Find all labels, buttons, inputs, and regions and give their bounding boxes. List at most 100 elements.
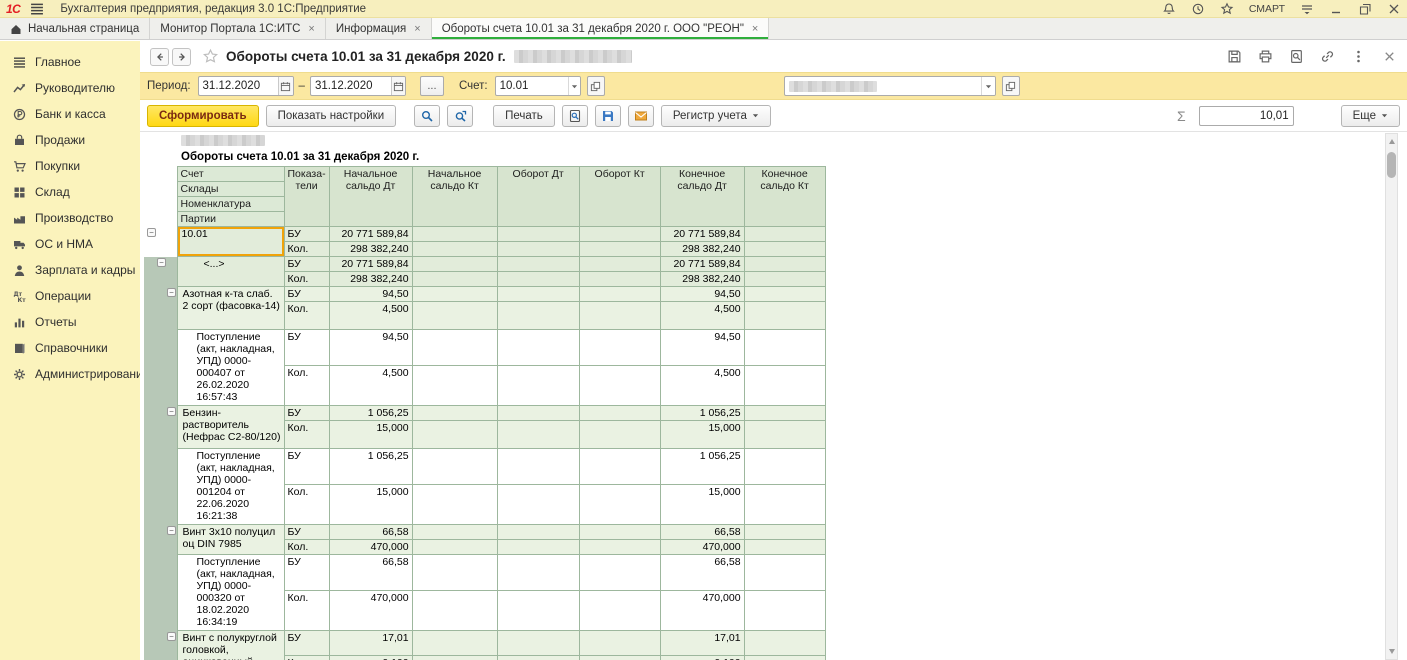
value-cell[interactable]: 66,58: [660, 525, 744, 540]
tab-0[interactable]: Начальная страница: [0, 18, 150, 39]
favorite-star-icon[interactable]: [202, 48, 219, 65]
value-cell[interactable]: [497, 540, 579, 555]
value-cell[interactable]: 1 056,25: [660, 406, 744, 421]
tree-expander[interactable]: −: [167, 288, 176, 297]
kebab-icon[interactable]: [1351, 49, 1366, 64]
save-result-button[interactable]: [595, 105, 621, 127]
sidebar-item-2[interactable]: Банк и касса: [0, 101, 140, 127]
value-cell[interactable]: 298 382,240: [329, 242, 412, 257]
value-cell[interactable]: 94,50: [329, 330, 412, 366]
value-cell[interactable]: [744, 302, 825, 330]
value-cell[interactable]: [412, 525, 497, 540]
header-dim-cell[interactable]: Партии: [177, 212, 284, 227]
history-icon[interactable]: [1191, 2, 1205, 16]
send-email-button[interactable]: [628, 105, 654, 127]
generate-button[interactable]: Сформировать: [147, 105, 259, 127]
value-cell[interactable]: 15,000: [329, 485, 412, 525]
value-cell[interactable]: [497, 227, 579, 242]
sidebar-item-11[interactable]: Справочники: [0, 335, 140, 361]
value-cell[interactable]: 4,500: [329, 302, 412, 330]
value-cell[interactable]: [744, 406, 825, 421]
chevron-down-icon[interactable]: [568, 77, 580, 95]
scrollbar-thumb[interactable]: [1387, 152, 1396, 178]
tab-close-icon[interactable]: ×: [308, 23, 314, 35]
value-cell[interactable]: [497, 591, 579, 631]
value-cell[interactable]: [412, 485, 497, 525]
value-cell[interactable]: 66,58: [660, 555, 744, 591]
show-settings-button[interactable]: Показать настройки: [266, 105, 397, 127]
value-cell[interactable]: [497, 242, 579, 257]
group-label-cell[interactable]: 10.01: [177, 227, 284, 257]
period-options-button[interactable]: ...: [420, 76, 444, 96]
preview-icon[interactable]: [1289, 49, 1304, 64]
header-column-cell[interactable]: Оборот Кт: [579, 167, 660, 227]
more-button[interactable]: Еще: [1341, 105, 1400, 127]
value-cell[interactable]: [579, 656, 660, 660]
tree-expander[interactable]: −: [157, 258, 166, 267]
scroll-up-icon[interactable]: [1389, 139, 1395, 144]
indicator-cell[interactable]: БУ: [284, 555, 329, 591]
save-icon[interactable]: [1227, 49, 1242, 64]
value-cell[interactable]: 298 382,240: [329, 272, 412, 287]
value-cell[interactable]: [412, 555, 497, 591]
organization-open-icon[interactable]: [1002, 76, 1020, 96]
indicator-cell[interactable]: Кол.: [284, 272, 329, 287]
indicator-cell[interactable]: БУ: [284, 631, 329, 656]
value-cell[interactable]: [497, 421, 579, 449]
value-cell[interactable]: [412, 257, 497, 272]
value-cell[interactable]: [497, 631, 579, 656]
value-cell[interactable]: 66,58: [329, 525, 412, 540]
date-from-input[interactable]: [199, 77, 279, 95]
tree-expander[interactable]: −: [147, 228, 156, 237]
register-button[interactable]: Регистр учета: [661, 105, 771, 127]
search-next-button[interactable]: [447, 105, 473, 127]
value-cell[interactable]: 470,000: [329, 591, 412, 631]
value-cell[interactable]: [412, 302, 497, 330]
indicator-cell[interactable]: БУ: [284, 330, 329, 366]
value-cell[interactable]: [579, 631, 660, 656]
value-cell[interactable]: [579, 485, 660, 525]
value-cell[interactable]: [744, 330, 825, 366]
value-cell[interactable]: [412, 366, 497, 406]
value-cell[interactable]: [579, 406, 660, 421]
value-cell[interactable]: [579, 525, 660, 540]
value-cell[interactable]: 1 056,25: [329, 449, 412, 485]
indicator-cell[interactable]: БУ: [284, 287, 329, 302]
value-cell[interactable]: [579, 227, 660, 242]
service-menu-icon[interactable]: [1300, 2, 1314, 16]
value-cell[interactable]: [497, 287, 579, 302]
value-cell[interactable]: [579, 449, 660, 485]
value-cell[interactable]: 298 382,240: [660, 272, 744, 287]
tab-close-icon[interactable]: ×: [752, 23, 758, 35]
notifications-icon[interactable]: [1162, 2, 1176, 16]
value-cell[interactable]: 20 771 589,84: [660, 257, 744, 272]
header-dim-cell[interactable]: Номенклатура: [177, 197, 284, 212]
value-cell[interactable]: 20 771 589,84: [329, 227, 412, 242]
value-cell[interactable]: 17,01: [660, 631, 744, 656]
value-cell[interactable]: [497, 366, 579, 406]
header-indicator-cell[interactable]: Показа- тели: [284, 167, 329, 227]
indicator-cell[interactable]: Кол.: [284, 421, 329, 449]
value-cell[interactable]: [497, 449, 579, 485]
group-label-cell[interactable]: Поступление (акт, накладная, УПД) 0000-0…: [177, 330, 284, 406]
link-icon[interactable]: [1320, 49, 1335, 64]
search-button[interactable]: [414, 105, 440, 127]
tree-expander[interactable]: −: [167, 632, 176, 641]
value-cell[interactable]: 298 382,240: [660, 242, 744, 257]
sidebar-item-5[interactable]: Склад: [0, 179, 140, 205]
indicator-cell[interactable]: БУ: [284, 406, 329, 421]
indicator-cell[interactable]: Кол.: [284, 485, 329, 525]
tab-close-icon[interactable]: ×: [414, 23, 420, 35]
value-cell[interactable]: [744, 272, 825, 287]
value-cell[interactable]: [744, 540, 825, 555]
value-cell[interactable]: 20 771 589,84: [660, 227, 744, 242]
group-label-cell[interactable]: Бензин-растворитель (Нефрас С2-80/120): [177, 406, 284, 449]
close-icon[interactable]: [1387, 2, 1401, 16]
value-cell[interactable]: 15,000: [660, 421, 744, 449]
value-cell[interactable]: [412, 540, 497, 555]
value-cell[interactable]: [412, 631, 497, 656]
value-cell[interactable]: 17,01: [329, 631, 412, 656]
tab-2[interactable]: Информация×: [326, 18, 432, 39]
indicator-cell[interactable]: БУ: [284, 449, 329, 485]
value-cell[interactable]: [579, 540, 660, 555]
